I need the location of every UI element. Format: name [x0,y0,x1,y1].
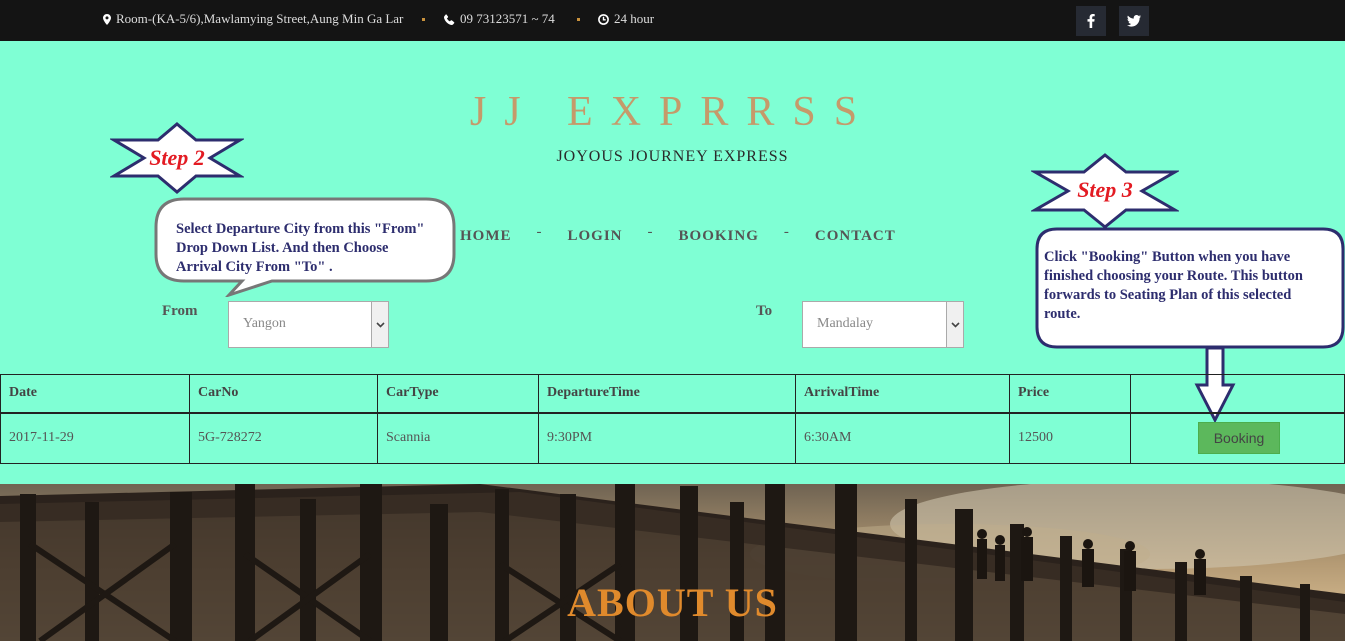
from-label: From [162,303,198,319]
chevron-down-icon[interactable] [371,302,388,347]
column-header: Price [1009,374,1131,414]
schedule-table: Date CarNo CarType DepartureTime Arrival… [0,374,1345,464]
from-select-value: Yangon [243,316,286,331]
column-header: Date [0,374,190,414]
map-marker-icon [103,13,111,25]
step-2-label: Step 2 [149,145,205,170]
table-cell: 5G-728272 [189,412,378,464]
table-cell: 9:30PM [538,412,796,464]
to-select[interactable]: Mandalay [802,301,964,348]
hours-info: 24 hour [598,11,654,27]
phone-text: 09 73123571 ~ 74 [460,11,555,26]
phone-info: 09 73123571 ~ 74 [444,11,555,27]
top-bar: Room-(KA-5/6),Mawlamying Street,Aung Min… [0,0,1345,41]
to-select-value: Mandalay [817,316,873,331]
address-info: Room-(KA-5/6),Mawlamying Street,Aung Min… [103,11,403,27]
table-header-row: Date CarNo CarType DepartureTime Arrival… [0,374,1345,414]
nav-separator: - [647,224,654,240]
column-header: CarNo [189,374,378,414]
step-2-callout: Select Departure City from this "From" D… [154,197,456,299]
phone-icon [444,13,455,25]
column-header [1130,374,1345,414]
hours-text: 24 hour [614,11,655,26]
address-text: Room-(KA-5/6),Mawlamying Street,Aung Min… [116,11,404,26]
column-header: ArrivalTime [795,374,1010,414]
column-header: CarType [377,374,539,414]
twitter-icon [1127,15,1141,27]
about-section: ABOUT US [0,484,1345,641]
from-select[interactable]: Yangon [228,301,389,348]
booking-button[interactable]: Booking [1198,422,1280,455]
table-row: 2017-11-29 5G-728272 Scannia 9:30PM 6:30… [0,412,1345,464]
to-label: To [756,303,773,319]
step-3-callout-text: Click "Booking" Button when you have fin… [1044,249,1303,322]
nav-separator: - [536,224,543,240]
nav-separator: - [783,224,790,240]
main-nav: HOME - LOGIN - BOOKING - CONTACT [460,224,896,245]
facebook-icon [1087,14,1095,28]
nav-booking[interactable]: BOOKING [679,228,759,245]
clock-icon [598,13,609,25]
step-2-badge: Step 2 [108,122,246,194]
nav-home[interactable]: HOME [460,228,512,245]
table-cell: 6:30AM [795,412,1010,464]
step-3-label: Step 3 [1077,177,1133,202]
column-header: DepartureTime [538,374,796,414]
table-cell: Scannia [377,412,539,464]
table-cell: 12500 [1009,412,1131,464]
nav-contact[interactable]: CONTACT [815,228,896,245]
table-action-cell: Booking [1130,412,1345,464]
topbar-separator [422,18,425,21]
nav-login[interactable]: LOGIN [568,228,623,245]
step-3-badge: Step 3 [1029,153,1181,229]
twitter-button[interactable] [1119,6,1149,36]
facebook-button[interactable] [1076,6,1106,36]
topbar-separator [577,18,580,21]
step-2-callout-text: Select Departure City from this "From" D… [176,221,425,275]
chevron-down-icon[interactable] [946,302,963,347]
about-us-title: ABOUT US [567,580,778,625]
table-cell: 2017-11-29 [0,412,190,464]
